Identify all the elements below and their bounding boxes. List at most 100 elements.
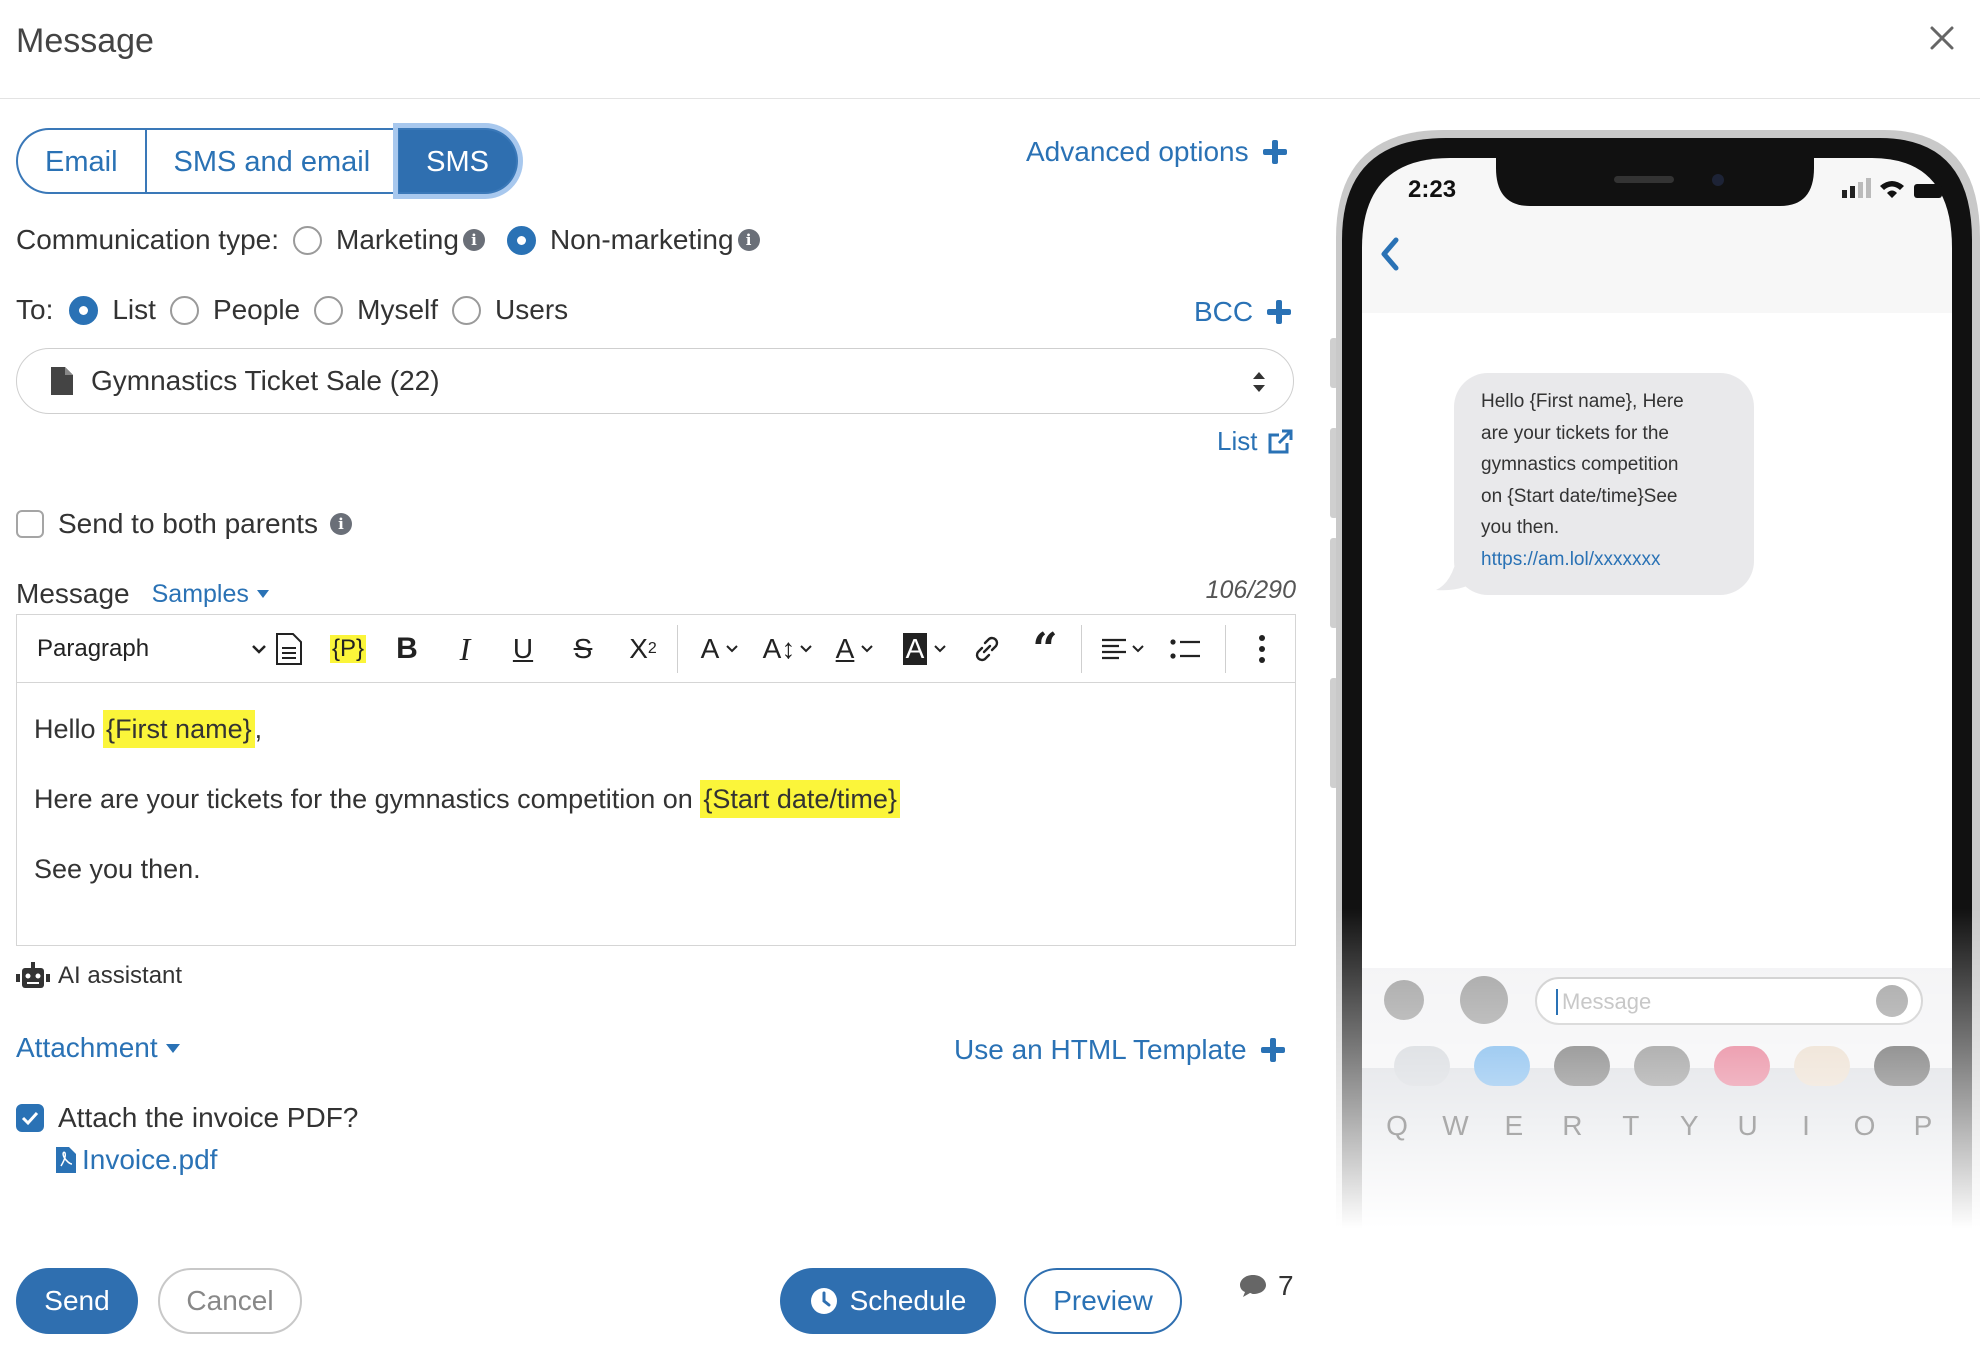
marketing-label[interactable]: Marketing bbox=[336, 224, 459, 256]
sms-bubble-line: on {Start date/time}See bbox=[1481, 485, 1678, 507]
cancel-button[interactable]: Cancel bbox=[158, 1268, 302, 1334]
sms-bubble-line: gymnastics competition bbox=[1481, 454, 1679, 475]
keyboard-key: T bbox=[1622, 1110, 1640, 1141]
chevron-down-icon bbox=[861, 645, 874, 653]
invoice-file-link[interactable]: Invoice.pdf bbox=[56, 1144, 217, 1176]
list-option-label[interactable]: List bbox=[112, 294, 156, 326]
plus-icon bbox=[1260, 1038, 1285, 1062]
phone-preview: 2:23 Hello {First name}, Here are your t… bbox=[1324, 128, 1980, 1228]
bcc-label: BCC bbox=[1194, 296, 1254, 327]
list-external-link[interactable]: List bbox=[1217, 426, 1293, 457]
keyboard-key: W bbox=[1442, 1110, 1469, 1141]
bullet-list-button[interactable] bbox=[1165, 629, 1205, 669]
advanced-options-label: Advanced options bbox=[1026, 136, 1249, 167]
insert-template-button[interactable] bbox=[269, 629, 309, 669]
character-counter: 106/290 bbox=[1205, 576, 1296, 604]
clock-icon bbox=[810, 1288, 837, 1314]
strikethrough-button[interactable]: S bbox=[563, 629, 603, 669]
sms-bubble-line: are your tickets for the bbox=[1481, 422, 1669, 444]
placeholder-label: {P} bbox=[329, 635, 367, 663]
list-select[interactable]: Gymnastics Ticket Sale (22) bbox=[16, 348, 1294, 414]
align-button[interactable] bbox=[1095, 629, 1151, 669]
ai-assistant-link[interactable]: AI assistant bbox=[16, 962, 182, 990]
bold-button[interactable]: B bbox=[387, 629, 427, 669]
info-icon[interactable]: i bbox=[329, 513, 352, 535]
line1-suffix: , bbox=[254, 714, 263, 744]
sms-bubble-line: Hello {First name}, Here bbox=[1481, 391, 1684, 412]
font-family-button[interactable]: A bbox=[691, 629, 749, 669]
tab-email[interactable]: Email bbox=[16, 128, 146, 194]
send-both-parents-row: Send to both parents i bbox=[16, 508, 352, 540]
attachment-dropdown[interactable]: Attachment bbox=[16, 1032, 180, 1064]
users-option-label[interactable]: Users bbox=[495, 294, 568, 326]
editor-content[interactable]: Hello {First name}, Here are your ticket… bbox=[17, 683, 1295, 933]
modal-title: Message bbox=[16, 22, 154, 60]
non-marketing-label[interactable]: Non-marketing bbox=[550, 224, 734, 256]
ai-assistant-label: AI assistant bbox=[58, 962, 183, 989]
info-icon[interactable]: i bbox=[462, 229, 485, 251]
align-left-icon bbox=[1102, 638, 1126, 660]
message-line-1: Hello {First name}, bbox=[34, 703, 1278, 755]
keyboard-key: Y bbox=[1679, 1110, 1699, 1141]
message-editor: Paragraph {P} B I U S X2 A A↕ A A “ Hell… bbox=[16, 614, 1296, 946]
attach-invoice-checkbox[interactable] bbox=[16, 1104, 44, 1132]
sort-arrows-icon bbox=[1253, 372, 1265, 392]
message-label-row: Message Samples bbox=[16, 578, 269, 610]
html-template-label: Use an HTML Template bbox=[954, 1034, 1247, 1065]
blockquote-button[interactable]: “ bbox=[1025, 624, 1065, 675]
invoice-filename: Invoice.pdf bbox=[82, 1144, 218, 1175]
text-color-button[interactable]: A bbox=[829, 629, 881, 669]
samples-dropdown[interactable]: Samples bbox=[152, 580, 269, 609]
myself-option-label[interactable]: Myself bbox=[357, 294, 438, 326]
close-icon[interactable] bbox=[1922, 18, 1962, 58]
chevron-down-icon bbox=[934, 645, 947, 653]
schedule-button[interactable]: Schedule bbox=[780, 1268, 996, 1334]
more-options-button[interactable] bbox=[1247, 629, 1277, 669]
font-size-button[interactable]: A↕ bbox=[757, 629, 819, 669]
link-button[interactable] bbox=[967, 629, 1007, 669]
list-link-label: List bbox=[1217, 426, 1258, 456]
paragraph-style-select[interactable]: Paragraph bbox=[37, 629, 267, 669]
send-button[interactable]: Send bbox=[16, 1268, 138, 1334]
advanced-options-link[interactable]: Advanced options bbox=[1026, 136, 1287, 168]
radio-non-marketing[interactable] bbox=[506, 225, 536, 255]
external-link-icon bbox=[1268, 429, 1293, 453]
attachment-label: Attachment bbox=[16, 1032, 158, 1063]
info-icon[interactable]: i bbox=[737, 229, 760, 251]
to-label: To: bbox=[16, 294, 54, 325]
pdf-file-icon bbox=[56, 1147, 76, 1173]
underline-button[interactable]: U bbox=[503, 629, 543, 669]
tab-sms-and-email[interactable]: SMS and email bbox=[145, 128, 399, 194]
send-both-parents-label[interactable]: Send to both parents bbox=[58, 508, 318, 540]
attach-invoice-label[interactable]: Attach the invoice PDF? bbox=[58, 1102, 358, 1134]
highlight-color-button[interactable]: A bbox=[897, 629, 953, 669]
attach-invoice-row: Attach the invoice PDF? bbox=[16, 1102, 358, 1134]
keyboard-key: U bbox=[1737, 1110, 1758, 1141]
line2-prefix: Here are your tickets for the gymnastics… bbox=[34, 784, 693, 814]
editor-toolbar: Paragraph {P} B I U S X2 A A↕ A A “ bbox=[17, 615, 1295, 683]
radio-marketing[interactable] bbox=[293, 225, 323, 255]
preview-button[interactable]: Preview bbox=[1024, 1268, 1182, 1334]
message-line-3: See you then. bbox=[34, 854, 201, 884]
recipients-row: To: List People Myself Users bbox=[16, 294, 568, 326]
robot-icon bbox=[16, 962, 50, 988]
chevron-down-icon bbox=[252, 645, 266, 654]
sms-bubble-icon bbox=[1240, 1275, 1266, 1297]
radio-users[interactable] bbox=[452, 295, 482, 325]
radio-myself[interactable] bbox=[314, 295, 344, 325]
radio-list[interactable] bbox=[69, 295, 99, 325]
radio-people[interactable] bbox=[169, 295, 199, 325]
keyboard-key: E bbox=[1504, 1110, 1524, 1141]
plus-icon bbox=[1262, 140, 1287, 164]
communication-type-label: Communication type: bbox=[16, 224, 280, 255]
superscript-button[interactable]: X2 bbox=[621, 629, 665, 669]
html-template-link[interactable]: Use an HTML Template bbox=[954, 1034, 1285, 1066]
send-both-parents-checkbox[interactable] bbox=[16, 510, 44, 538]
samples-label: Samples bbox=[151, 579, 249, 608]
placeholder-button[interactable]: {P} bbox=[325, 629, 371, 669]
bullet-list-icon bbox=[1170, 639, 1200, 659]
people-option-label[interactable]: People bbox=[213, 294, 300, 326]
bcc-link[interactable]: BCC bbox=[1194, 296, 1292, 328]
tab-sms[interactable]: SMS bbox=[398, 128, 519, 194]
italic-button[interactable]: I bbox=[445, 629, 485, 669]
